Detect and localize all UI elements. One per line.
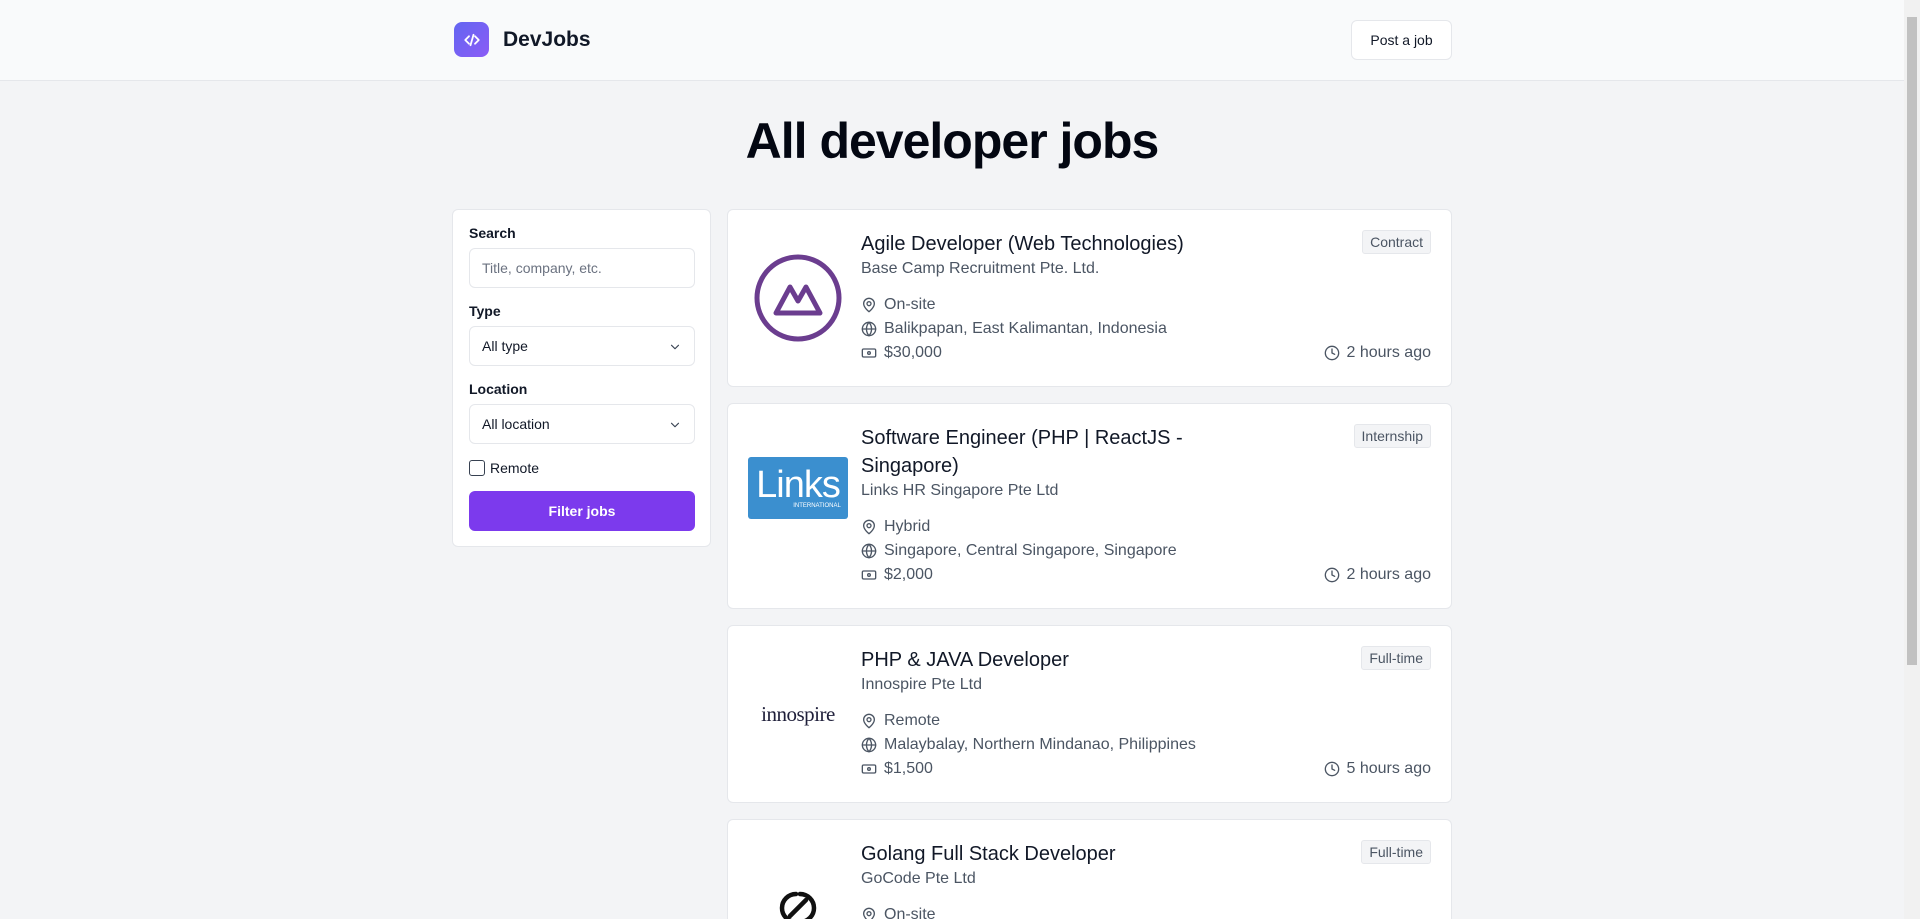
job-card[interactable]: Golang Full Stack Developer GoCode Pte L…	[727, 819, 1452, 919]
gocode-logo-mark	[779, 891, 817, 919]
job-work-mode: On-site	[861, 906, 936, 919]
job-salary: $30,000	[861, 344, 942, 362]
banknote-icon	[861, 570, 877, 580]
job-location: Singapore, Central Singapore, Singapore	[861, 542, 1177, 560]
innospire-logo: innospire	[748, 664, 848, 764]
gocode-logo	[748, 858, 848, 919]
search-input[interactable]	[469, 248, 695, 288]
map-pin-icon	[863, 519, 875, 535]
remote-label: Remote	[490, 460, 540, 476]
map-pin-icon	[863, 713, 875, 729]
page-scrollbar[interactable]	[1904, 0, 1920, 919]
globe-icon	[861, 737, 877, 753]
location-select[interactable]: All location	[469, 404, 695, 444]
salary-text: $2,000	[884, 566, 933, 583]
brand-link[interactable]: DevJobs	[454, 22, 591, 57]
posted-time: 5 hours ago	[1324, 760, 1431, 778]
logo-text: Links	[756, 464, 841, 506]
type-select[interactable]: All type	[469, 326, 695, 366]
clock-icon	[1325, 761, 1340, 777]
work-mode-text: On-site	[884, 906, 936, 919]
type-select-value: All type	[482, 338, 528, 354]
salary-text: $1,500	[884, 760, 933, 777]
location-label: Location	[469, 381, 528, 397]
job-type-badge: Full-time	[1361, 646, 1431, 670]
location-text: Malaybalay, Northern Mindanao, Philippin…	[884, 736, 1196, 753]
chevron-down-icon	[670, 422, 680, 428]
map-pin-icon	[863, 297, 875, 313]
brand-name: DevJobs	[503, 27, 591, 51]
job-title[interactable]: Golang Full Stack Developer	[861, 840, 1261, 868]
type-label: Type	[469, 303, 501, 319]
job-location: Balikpapan, East Kalimantan, Indonesia	[861, 320, 1167, 338]
remote-option[interactable]: Remote	[469, 460, 539, 476]
posted-text: 2 hours ago	[1346, 344, 1431, 361]
job-work-mode: Remote	[861, 712, 940, 730]
posted-time: 2 hours ago	[1324, 344, 1431, 362]
banknote-icon	[861, 764, 877, 774]
posted-time: 2 hours ago	[1324, 566, 1431, 584]
job-location: Malaybalay, Northern Mindanao, Philippin…	[861, 736, 1196, 754]
location-select-value: All location	[482, 416, 550, 432]
links-international-logo: Links INTERNATIONAL	[748, 457, 848, 519]
job-salary: $2,000	[861, 566, 933, 584]
globe-icon	[861, 543, 877, 559]
banknote-icon	[861, 348, 877, 358]
job-title[interactable]: PHP & JAVA Developer	[861, 646, 1261, 674]
job-card[interactable]: Agile Developer (Web Technologies) Base …	[727, 209, 1452, 387]
clock-icon	[1325, 567, 1340, 583]
top-navbar: DevJobs Post a job	[0, 0, 1904, 81]
job-card[interactable]: Links INTERNATIONAL Software Engineer (P…	[727, 403, 1452, 609]
work-mode-text: Remote	[884, 712, 941, 729]
job-title[interactable]: Agile Developer (Web Technologies)	[861, 230, 1261, 258]
job-work-mode: On-site	[861, 296, 936, 314]
post-job-button[interactable]: Post a job	[1351, 20, 1452, 60]
work-mode-text: On-site	[884, 296, 936, 313]
company-name: GoCode Pte Ltd	[861, 870, 976, 887]
map-pin-icon	[863, 907, 875, 919]
logo-subtext: INTERNATIONAL	[793, 503, 841, 509]
code-icon	[454, 22, 489, 57]
filter-panel: Search Type All type Location All locati…	[452, 209, 711, 547]
logo-text: innospire	[761, 701, 835, 726]
salary-text: $30,000	[884, 344, 942, 361]
job-type-badge: Full-time	[1361, 840, 1431, 864]
clock-icon	[1325, 345, 1340, 361]
basecamp-logo	[754, 254, 842, 342]
company-name: Links HR Singapore Pte Ltd	[861, 482, 1059, 499]
location-text: Singapore, Central Singapore, Singapore	[884, 542, 1177, 559]
job-type-badge: Contract	[1362, 230, 1431, 254]
posted-text: 5 hours ago	[1346, 760, 1431, 777]
location-text: Balikpapan, East Kalimantan, Indonesia	[884, 320, 1167, 337]
search-label: Search	[469, 225, 516, 241]
job-type-badge: Internship	[1353, 424, 1431, 448]
job-title[interactable]: Software Engineer (PHP | ReactJS - Singa…	[861, 424, 1261, 480]
company-name: Base Camp Recruitment Pte. Ltd.	[861, 260, 1100, 277]
globe-icon	[861, 321, 877, 337]
filter-jobs-button[interactable]: Filter jobs	[469, 491, 695, 531]
job-card[interactable]: innospire PHP & JAVA Developer Innospire…	[727, 625, 1452, 803]
posted-text: 2 hours ago	[1346, 566, 1431, 583]
page-title: All developer jobs	[745, 113, 1160, 169]
job-work-mode: Hybrid	[861, 518, 930, 536]
chevron-down-icon	[670, 344, 680, 350]
job-salary: $1,500	[861, 760, 933, 778]
work-mode-text: Hybrid	[884, 518, 931, 535]
remote-checkbox[interactable]	[469, 460, 485, 476]
scrollbar-thumb[interactable]	[1907, 17, 1917, 665]
company-name: Innospire Pte Ltd	[861, 676, 982, 693]
company-logo	[748, 248, 848, 348]
